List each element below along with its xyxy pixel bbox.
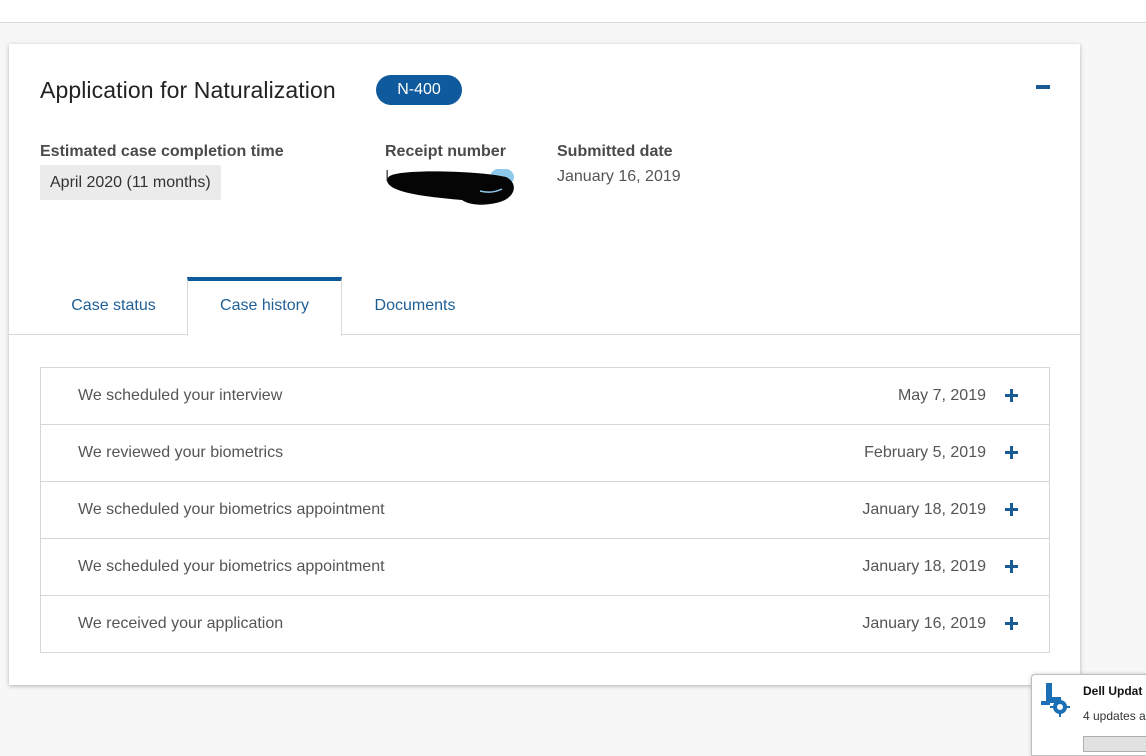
history-date: May 7, 2019 xyxy=(897,387,986,404)
history-row[interactable]: We received your application January 16,… xyxy=(41,596,1049,653)
expand-plus-icon[interactable] xyxy=(1005,560,1018,573)
tab-case-history[interactable]: Case history xyxy=(187,277,342,336)
tab-documents[interactable]: Documents xyxy=(344,277,486,335)
history-event: We received your application xyxy=(78,615,284,632)
history-event: We scheduled your biometrics appointment xyxy=(78,501,385,518)
history-date: January 18, 2019 xyxy=(862,501,986,518)
dell-update-icon xyxy=(1041,683,1070,717)
form-type-badge: N-400 xyxy=(376,75,462,105)
history-event: We scheduled your biometrics appointment xyxy=(78,558,385,575)
history-date: January 16, 2019 xyxy=(862,615,986,632)
history-row[interactable]: We reviewed your biometrics February 5, … xyxy=(41,425,1049,482)
history-row[interactable]: We scheduled your interview May 7, 2019 xyxy=(41,368,1049,425)
history-event: We reviewed your biometrics xyxy=(78,444,284,461)
history-event: We scheduled your interview xyxy=(78,387,283,404)
case-title: Application for Naturalization xyxy=(40,77,336,103)
notification-text: 4 updates a xyxy=(1083,709,1146,723)
history-row[interactable]: We scheduled your biometrics appointment… xyxy=(41,482,1049,539)
redaction-mark xyxy=(387,169,514,205)
expand-plus-icon[interactable] xyxy=(1005,503,1018,516)
notification-title: Dell Updat xyxy=(1083,684,1143,698)
case-history-list: We scheduled your interview May 7, 2019 … xyxy=(40,367,1050,653)
collapse-icon[interactable] xyxy=(1036,85,1050,89)
history-row[interactable]: We scheduled your biometrics appointment… xyxy=(41,539,1049,596)
history-date: January 18, 2019 xyxy=(862,558,986,575)
case-card: Application for Naturalization N-400 Est… xyxy=(9,44,1080,685)
submitted-date-label: Submitted date xyxy=(557,143,673,160)
history-date: February 5, 2019 xyxy=(864,444,986,461)
tab-case-status[interactable]: Case status xyxy=(41,277,186,335)
expand-plus-icon[interactable] xyxy=(1005,446,1018,459)
expand-plus-icon[interactable] xyxy=(1005,389,1018,402)
receipt-number-label: Receipt number xyxy=(385,143,506,160)
top-bar xyxy=(0,0,1146,23)
estimated-completion-label: Estimated case completion time xyxy=(40,143,284,160)
estimated-completion-value: April 2020 (11 months) xyxy=(40,165,221,200)
notification-button[interactable] xyxy=(1083,736,1146,752)
expand-plus-icon[interactable] xyxy=(1005,617,1018,630)
submitted-date-value: January 16, 2019 xyxy=(557,168,681,185)
